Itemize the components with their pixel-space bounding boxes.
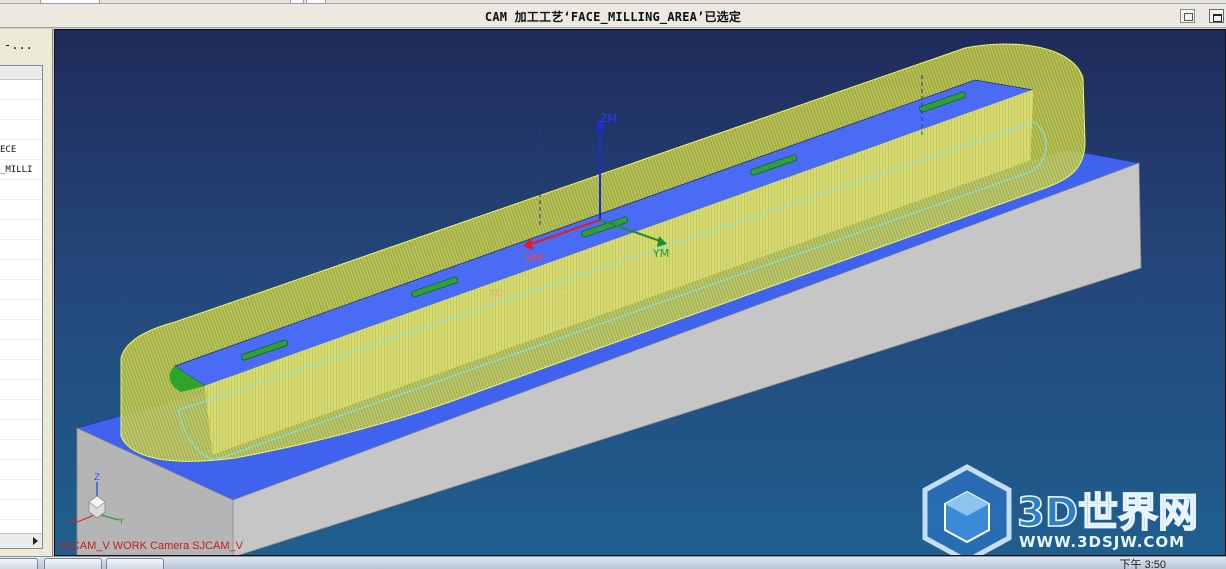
- ym-label: YM: [652, 247, 669, 260]
- tree-header: [0, 66, 42, 80]
- tree-row[interactable]: [0, 320, 42, 340]
- tree-row[interactable]: [0, 440, 42, 460]
- xc-label: XC: [489, 288, 502, 299]
- operation-navigator: -... ECE _MILLI: [0, 29, 53, 556]
- tree-row[interactable]: [0, 80, 42, 100]
- watermark-url: WWW.3DSJW.COM: [1019, 533, 1185, 551]
- view-label: SJCAM_V WORK Camera SJCAM_V: [59, 540, 243, 552]
- maximize-icon[interactable]: [1209, 9, 1224, 23]
- restore-icon[interactable]: [1180, 9, 1195, 23]
- nx-cam-window: CAM 加工工艺‘FACE_MILLING_AREA’已选定 -... ECE _…: [0, 0, 1226, 569]
- tree-row[interactable]: [0, 500, 42, 520]
- xm-label: XM: [525, 252, 542, 265]
- triad-z-label: Z: [94, 473, 100, 483]
- clock: 下午 3:50: [1119, 559, 1166, 569]
- taskbar-app-button[interactable]: [106, 558, 164, 569]
- tree-row[interactable]: [0, 460, 42, 480]
- triad-x-label: X: [70, 517, 76, 526]
- tree-row[interactable]: [0, 480, 42, 500]
- graphics-viewport[interactable]: ZM XM YM XC YC Z X Y 3D世界网 WWW.3DSJW.COM…: [54, 29, 1226, 556]
- tree-row[interactable]: [0, 120, 42, 140]
- cam-scene: ZM XM YM XC YC Z X Y 3D世界网 WWW.3DSJW.COM: [70, 43, 1199, 555]
- taskbar-app-button[interactable]: [44, 558, 102, 569]
- tree-row[interactable]: [0, 400, 42, 420]
- tree-row[interactable]: _MILLI: [0, 160, 42, 180]
- tree-row[interactable]: [0, 380, 42, 400]
- navigator-tree[interactable]: ECE _MILLI: [0, 65, 43, 549]
- yc-label: YC: [554, 288, 568, 299]
- tree-row[interactable]: [0, 100, 42, 120]
- triad-y-label: Y: [118, 517, 124, 526]
- tree-row[interactable]: [0, 220, 42, 240]
- watermark-brand: 3D世界网: [1017, 490, 1198, 536]
- tree-row[interactable]: [0, 200, 42, 220]
- tree-row[interactable]: [0, 340, 42, 360]
- tree-row[interactable]: [0, 240, 42, 260]
- tree-row[interactable]: [0, 260, 42, 280]
- scroll-right-icon[interactable]: [33, 537, 38, 545]
- horizontal-scrollbar[interactable]: [0, 533, 42, 548]
- tree-row[interactable]: [0, 180, 42, 200]
- taskbar: 下午 3:50: [0, 556, 1226, 569]
- navigator-menu-button[interactable]: -...: [4, 38, 33, 52]
- tree-row[interactable]: [0, 360, 42, 380]
- start-button[interactable]: [0, 558, 38, 569]
- watermark: 3D世界网 WWW.3DSJW.COM: [922, 464, 1199, 555]
- status-bar: CAM 加工工艺‘FACE_MILLING_AREA’已选定: [0, 4, 1226, 28]
- tree-row[interactable]: [0, 300, 42, 320]
- zm-label: ZM: [600, 112, 617, 125]
- tree-row[interactable]: [0, 280, 42, 300]
- tree-row[interactable]: ECE: [0, 140, 42, 160]
- status-text: CAM 加工工艺‘FACE_MILLING_AREA’已选定: [484, 10, 742, 24]
- tree-row[interactable]: [0, 420, 42, 440]
